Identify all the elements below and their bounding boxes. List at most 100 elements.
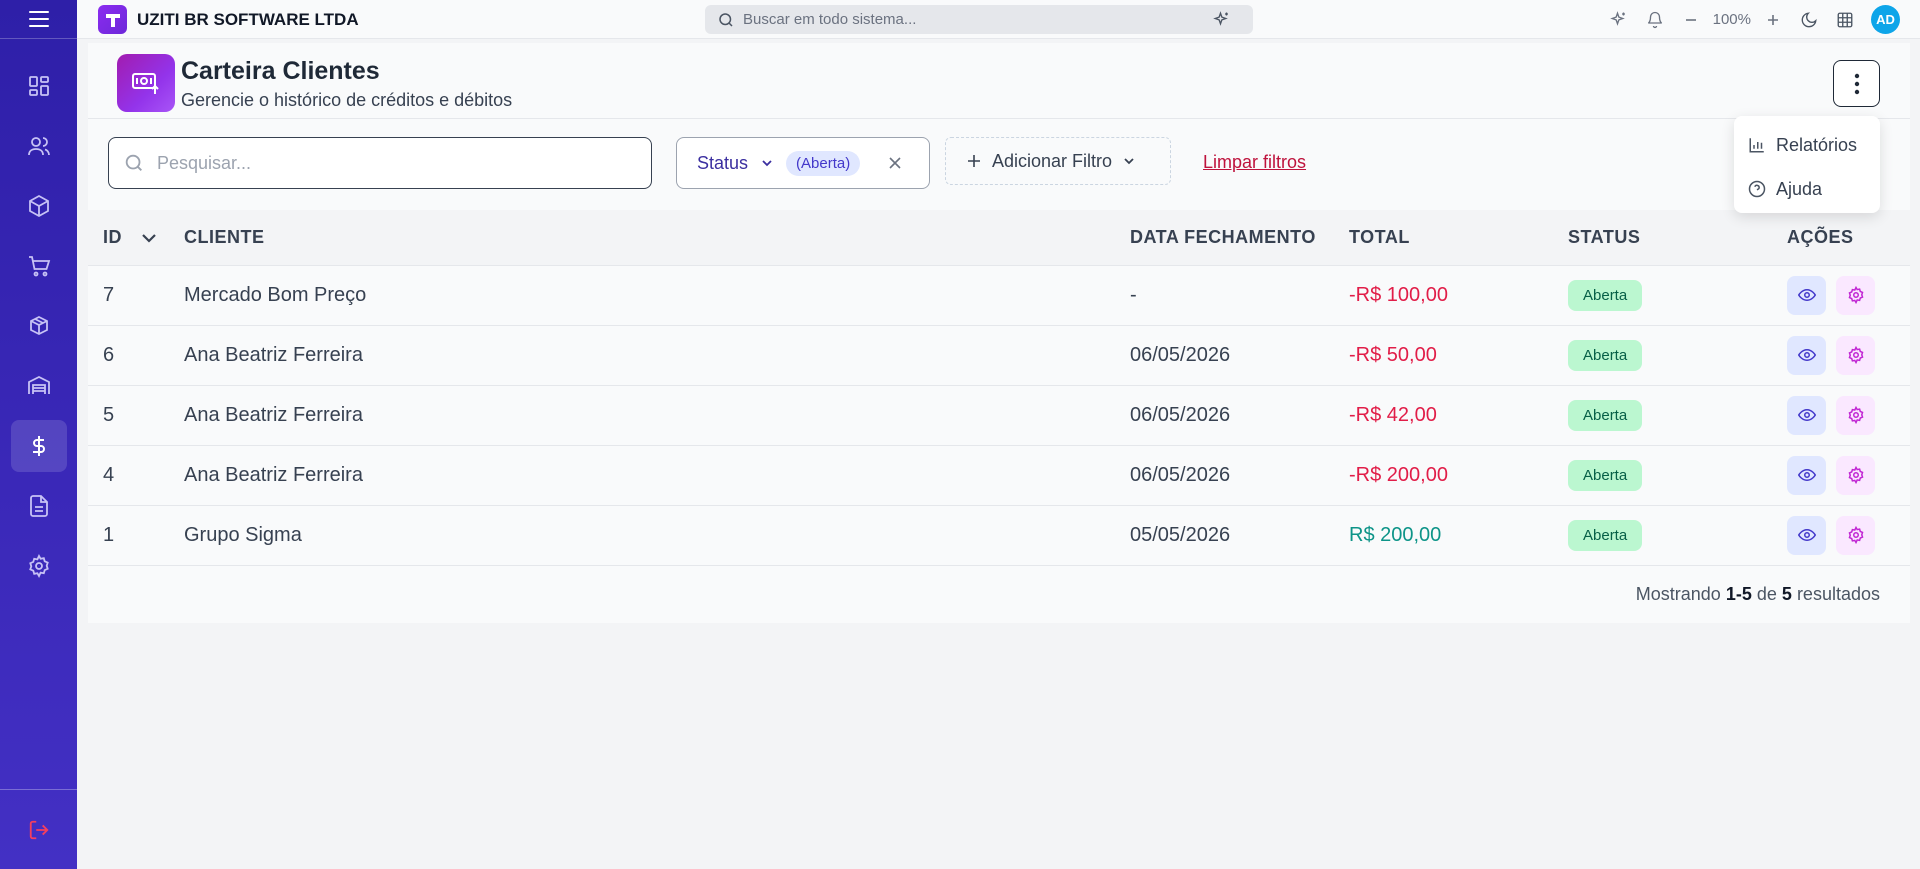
chevron-down-icon (1124, 158, 1134, 165)
view-button[interactable] (1787, 335, 1826, 375)
cell-actions (1787, 385, 1910, 445)
apps-grid-button[interactable] (1827, 2, 1863, 38)
box-icon (28, 194, 49, 218)
cell-total: -R$ 42,00 (1349, 403, 1437, 426)
notifications-button[interactable] (1637, 2, 1673, 38)
moon-icon (1801, 11, 1817, 27)
view-button[interactable] (1787, 275, 1826, 315)
cell-cliente: Ana Beatriz Ferreira (184, 403, 363, 426)
status-badge: Aberta (1568, 399, 1643, 431)
gear-icon (1848, 346, 1863, 364)
zoom-in-button[interactable] (1755, 2, 1791, 38)
sidebar-item-dashboard[interactable] (0, 56, 77, 116)
view-button[interactable] (1787, 455, 1826, 495)
view-button[interactable] (1787, 395, 1826, 435)
cell-total: -R$ 100,00 (1349, 283, 1448, 306)
table-row[interactable]: 1 Grupo Sigma 05/05/2026 R$ 200,00 Abert… (88, 505, 1910, 565)
cell-actions (1787, 505, 1910, 565)
cell-id: 6 (103, 343, 115, 366)
table-row[interactable]: 7 Mercado Bom Preço - -R$ 100,00 Aberta (88, 265, 1910, 325)
column-header-id[interactable]: ID (88, 210, 184, 265)
table-header-row: ID CLIENTE DATA FECHAMENTO TOTAL STATUS … (88, 210, 1910, 265)
sidebar-item-settings[interactable] (0, 536, 77, 596)
search-field[interactable] (108, 137, 652, 189)
sparkles-icon (1609, 10, 1625, 26)
ai-assistant-button[interactable] (1601, 2, 1637, 38)
cell-data: 06/05/2026 (1130, 403, 1231, 426)
column-header-cliente[interactable]: CLIENTE (184, 210, 1130, 265)
sparkles-icon[interactable] (1213, 10, 1231, 29)
settings-button[interactable] (1836, 395, 1875, 435)
sidebar-item-finance[interactable] (0, 416, 77, 476)
view-button[interactable] (1787, 515, 1826, 555)
theme-toggle-button[interactable] (1791, 2, 1827, 38)
brand-logo[interactable] (98, 5, 127, 34)
sidebar-item-users[interactable] (0, 116, 77, 176)
options-dropdown: Relatórios Ajuda (1734, 116, 1880, 213)
chevron-down-icon (762, 160, 772, 167)
avatar[interactable]: AD (1871, 5, 1900, 34)
column-header-status[interactable]: STATUS (1568, 210, 1787, 265)
global-search[interactable] (705, 5, 1253, 34)
logout-button[interactable] (0, 789, 77, 869)
cell-cliente: Mercado Bom Preço (184, 283, 367, 306)
hamburger-icon (28, 11, 49, 27)
status-filter-chip: (Aberta) (786, 150, 861, 176)
zoom-out-button[interactable] (1673, 2, 1709, 38)
search-input[interactable] (157, 152, 637, 174)
bar-chart-icon (1749, 138, 1764, 153)
status-badge: Aberta (1568, 519, 1643, 551)
page-subtitle: Gerencie o histórico de créditos e débit… (181, 90, 513, 110)
more-options-button[interactable] (1833, 60, 1880, 107)
table-row[interactable]: 4 Ana Beatriz Ferreira 06/05/2026 -R$ 20… (88, 445, 1910, 505)
sidebar-item-inventory[interactable] (0, 296, 77, 356)
global-search-input[interactable] (743, 11, 1213, 28)
gear-icon (28, 554, 49, 578)
cell-actions (1787, 445, 1910, 505)
status-badge: Aberta (1568, 279, 1643, 311)
sidebar-item-products[interactable] (0, 176, 77, 236)
bell-icon (1647, 11, 1662, 28)
gear-icon (1848, 526, 1863, 544)
settings-button[interactable] (1836, 335, 1875, 375)
add-filter-button[interactable]: Adicionar Filtro (945, 137, 1171, 185)
zoom-level: 100% (1712, 11, 1751, 28)
column-header-data[interactable]: DATA FECHAMENTO (1130, 210, 1349, 265)
close-icon[interactable] (888, 156, 902, 170)
status-filter[interactable]: Status (Aberta) (676, 137, 930, 189)
cell-status: Aberta (1568, 265, 1787, 325)
company-name: UZITI BR SOFTWARE LTDA (137, 10, 359, 29)
more-vertical-icon (1854, 73, 1859, 94)
wallet-table: ID CLIENTE DATA FECHAMENTO TOTAL STATUS … (88, 210, 1910, 566)
settings-button[interactable] (1836, 515, 1875, 555)
page-header: Carteira Clientes Gerencie o histórico d… (88, 43, 1910, 119)
cell-id: 5 (103, 403, 115, 426)
clear-filters-link[interactable]: Limpar filtros (1203, 152, 1306, 173)
eye-icon (1797, 408, 1816, 422)
status-badge: Aberta (1568, 339, 1643, 371)
menu-toggle-button[interactable] (0, 0, 77, 39)
topbar: UZITI BR SOFTWARE LTDA 100% AD (77, 0, 1920, 39)
cell-id: 1 (103, 523, 115, 546)
table-row[interactable]: 6 Ana Beatriz Ferreira 06/05/2026 -R$ 50… (88, 325, 1910, 385)
menu-item-relatorios[interactable]: Relatórios (1734, 123, 1880, 167)
status-badge: Aberta (1568, 459, 1643, 491)
users-icon (27, 137, 50, 156)
help-circle-icon (1748, 180, 1766, 198)
sidebar-item-warehouse[interactable] (0, 356, 77, 416)
settings-button[interactable] (1836, 275, 1875, 315)
filter-bar: Status (Aberta) Adicionar Filtro Limpar … (88, 119, 1910, 216)
column-header-total[interactable]: TOTAL (1349, 210, 1568, 265)
main-content: Carteira Clientes Gerencie o histórico d… (88, 43, 1910, 623)
cell-status: Aberta (1568, 505, 1787, 565)
settings-button[interactable] (1836, 455, 1875, 495)
wallet-icon (117, 54, 175, 112)
cell-status: Aberta (1568, 325, 1787, 385)
table-row[interactable]: 5 Ana Beatriz Ferreira 06/05/2026 -R$ 42… (88, 385, 1910, 445)
cell-cliente: Grupo Sigma (184, 523, 302, 546)
sidebar-item-cart[interactable] (0, 236, 77, 296)
sidebar-item-documents[interactable] (0, 476, 77, 536)
boxes-icon (29, 315, 48, 336)
eye-icon (1797, 288, 1816, 302)
menu-item-ajuda[interactable]: Ajuda (1734, 167, 1880, 211)
